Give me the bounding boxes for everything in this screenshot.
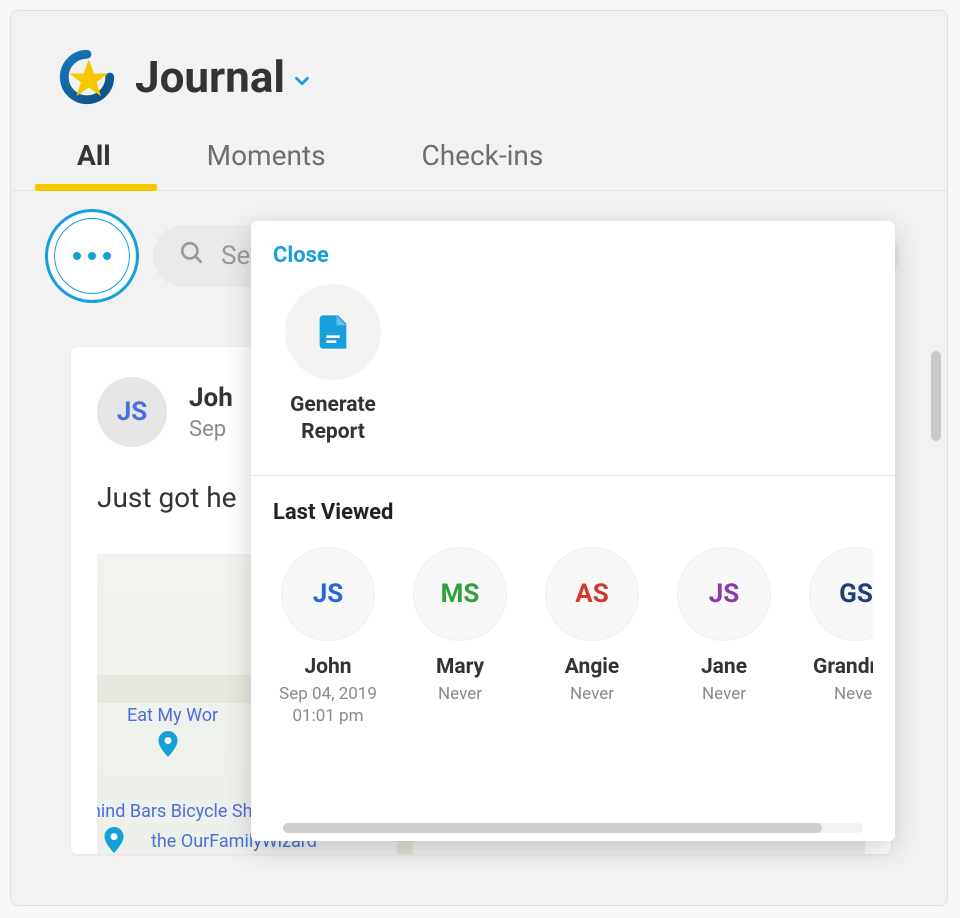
viewer-name: Angie [565,655,619,679]
viewer-avatar: AS [545,547,639,641]
viewer-time: Never [834,683,873,705]
viewer-time: Never [570,683,614,705]
popover-horizontal-scrollbar[interactable] [283,823,863,833]
more-dots-icon [73,252,111,260]
map-pin-icon [157,731,179,761]
tab-all[interactable]: All [59,123,129,190]
title-dropdown-chevron-icon[interactable] [291,70,313,97]
viewer-item[interactable]: AS Angie Never [537,547,647,727]
actions-popover: Close GenerateReport Last Viewed JS John S… [251,221,895,841]
app-frame: Journal All Moments Check-ins Se JS [10,10,948,906]
viewer-item[interactable]: MS Mary Never [405,547,515,727]
vertical-scrollbar-thumb[interactable] [931,351,941,441]
popover-actions-section: GenerateReport [251,278,895,475]
viewers-row[interactable]: JSJohnSep 04, 201901:01 pmMSMaryNeverASA… [273,547,873,745]
map-pin-icon [103,827,125,854]
map-poi-label: hind Bars Bicycle Shop [97,801,273,822]
last-viewed-title: Last Viewed [273,500,873,525]
tab-checkins[interactable]: Check-ins [404,123,562,190]
viewer-item[interactable]: JS John Sep 04, 201901:01 pm [273,547,383,727]
search-icon [179,240,205,273]
viewer-item[interactable]: JS Jane Never [669,547,779,727]
viewer-avatar: JS [677,547,771,641]
viewer-avatar: JS [281,547,375,641]
generate-report-label: GenerateReport [290,392,376,447]
generate-report-button[interactable]: GenerateReport [273,284,393,447]
viewer-name: Grandma [813,655,873,679]
viewer-time: Never [438,683,482,705]
popover-scroll-thumb[interactable] [283,823,822,833]
entry-author-name: Joh [189,383,233,413]
viewer-item[interactable]: GS Grandma Never [801,547,873,727]
viewer-name: Mary [436,655,484,679]
popover-close-button[interactable]: Close [251,221,895,278]
viewer-time: Never [702,683,746,705]
report-icon [285,284,381,380]
viewer-avatar: MS [413,547,507,641]
search-placeholder: Se [221,241,250,271]
viewer-name: Jane [701,655,747,679]
header: Journal [11,11,947,123]
page-title: Journal [135,51,285,103]
map-poi-label: Eat My Wor [127,705,218,726]
tab-moments[interactable]: Moments [189,123,344,190]
more-actions-button[interactable] [45,209,139,303]
author-avatar: JS [97,377,167,447]
entry-date: Sep [189,417,233,442]
viewer-name: John [304,655,351,679]
app-logo [59,49,115,105]
last-viewed-section: Last Viewed JS John Sep 04, 201901:01 pm MS… [251,476,895,841]
tabs-bar: All Moments Check-ins [11,123,947,191]
viewer-time: Sep 04, 201901:01 pm [279,683,377,727]
viewer-avatar: GS [809,547,873,641]
